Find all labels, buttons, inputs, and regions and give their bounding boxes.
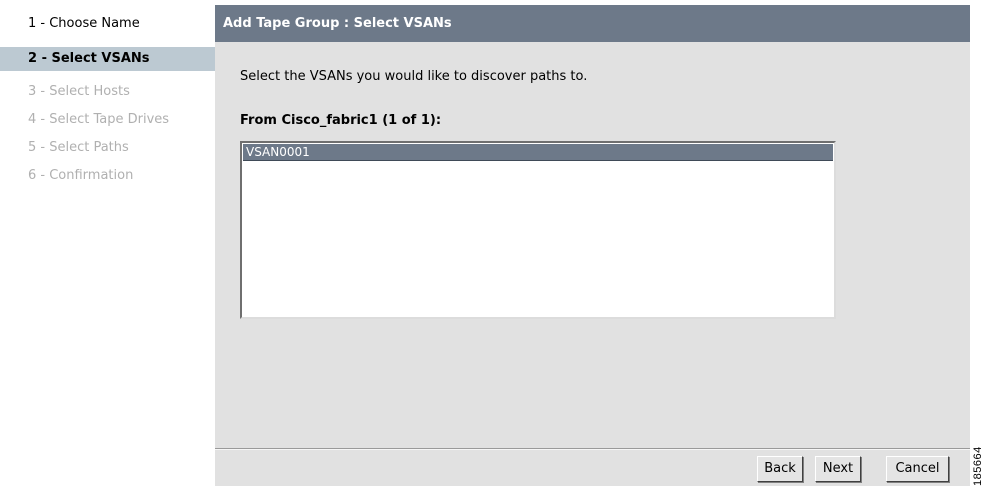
wizard-step-choose-name[interactable]: 1 - Choose Name — [0, 12, 215, 36]
wizard-main-panel: Add Tape Group : Select VSANs Select the… — [215, 5, 970, 486]
fabric-heading: From Cisco_fabric1 (1 of 1): — [240, 113, 442, 128]
next-button[interactable]: Next — [815, 456, 861, 482]
wizard-step-confirmation: 6 - Confirmation — [28, 168, 134, 183]
page-title: Add Tape Group : Select VSANs — [215, 5, 970, 42]
wizard-step-select-tape-drives: 4 - Select Tape Drives — [28, 112, 170, 127]
vsan-listbox[interactable]: VSAN0001 — [240, 141, 836, 319]
wizard-step-select-vsans[interactable]: 2 - Select VSANs — [0, 47, 215, 71]
wizard-step-select-paths: 5 - Select Paths — [28, 140, 129, 155]
cancel-button[interactable]: Cancel — [886, 456, 949, 482]
footer-divider-highlight — [215, 449, 970, 450]
figure-id: 185664 — [972, 446, 984, 486]
wizard-step-select-hosts: 3 - Select Hosts — [28, 84, 130, 99]
instruction-text: Select the VSANs you would like to disco… — [240, 69, 588, 84]
wizard-steps-sidebar: 1 - Choose Name 2 - Select VSANs 3 - Sel… — [0, 0, 215, 486]
vsan-list-item[interactable]: VSAN0001 — [243, 144, 833, 161]
back-button[interactable]: Back — [757, 456, 803, 482]
